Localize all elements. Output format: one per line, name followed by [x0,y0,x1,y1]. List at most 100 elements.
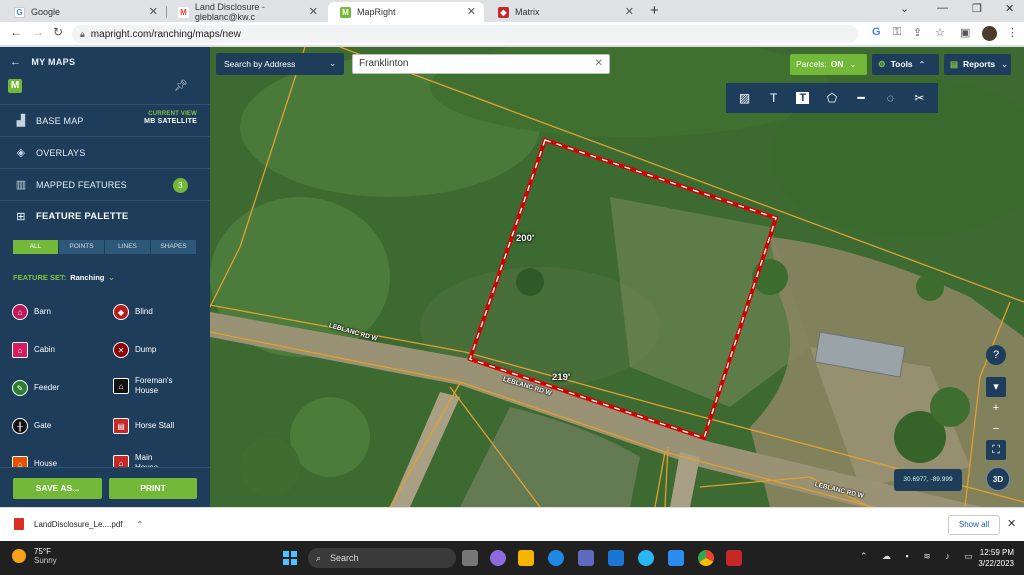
sidebar-item-overlays[interactable]: ◈ OVERLAYS [0,136,210,168]
feature-cabin[interactable]: ⌂ Cabin [12,342,55,358]
pin-icon[interactable]: 📌︎ [174,79,188,92]
base-map-label: BASE MAP [36,115,84,126]
kebab-menu-icon[interactable]: ⋮ [1007,26,1018,39]
parcels-toggle-button[interactable]: Parcels: ON ⌄ [790,54,867,75]
feature-feeder[interactable]: ✎ Feeder [12,380,59,396]
cut-tool-icon[interactable]: ✂ [907,87,931,109]
compass-icon[interactable]: ▾ [986,377,1006,397]
close-icon[interactable]: ✕ [467,5,476,18]
tab-google[interactable]: G Google ✕ [2,2,166,22]
address-bar: ← → ↻ 🔒︎ mapright.com/ranching/maps/new G… [0,22,1024,46]
show-all-button[interactable]: Show all [948,515,1000,535]
bing-icon[interactable] [668,550,684,566]
tab-land-disclosure[interactable]: M Land Disclosure - gleblanc@kw.c ✕ [166,2,326,22]
sidebar-item-base-map[interactable]: ▟ BASE MAP CURRENT VIEW MB SATELLITE [0,104,210,136]
feature-horse-stall[interactable]: ▤ Horse Stall [113,418,174,434]
close-icon[interactable]: ✕ [625,5,634,18]
taskbar-search[interactable]: ⌕ Search [308,548,456,568]
chrome-icon[interactable] [698,550,714,566]
my-maps-header[interactable]: ← MY MAPS [0,47,210,75]
sun-icon [12,549,26,563]
app-icon[interactable] [726,550,742,566]
reload-icon[interactable]: ↻ [53,25,63,39]
sidebar-item-mapped-features[interactable]: ▥ MAPPED FEATURES 3 [0,168,210,200]
filter-tab-points[interactable]: POINTS [59,240,105,254]
3d-toggle-button[interactable]: 3D [986,467,1010,491]
measure-tool-icon[interactable]: ━ [849,87,873,109]
text-tool-icon[interactable]: T [762,87,786,109]
chevron-down-icon[interactable]: ⌄ [900,2,909,15]
window-close-icon[interactable]: ✕ [1005,2,1014,15]
star-icon[interactable]: ☆ [935,26,945,39]
google-icon[interactable]: G [872,26,881,38]
tab-mapright[interactable]: M MapRight ✕ [328,2,484,22]
system-tray[interactable]: ⌃ ☁ ▪ ≋ ♪ ▭ [860,551,979,562]
filter-tab-shapes[interactable]: SHAPES [151,240,197,254]
teams-icon[interactable] [490,550,506,566]
side-panel-icon[interactable]: ▣ [960,26,970,39]
feature-blind[interactable]: ◆ Blind [113,304,153,320]
clear-icon[interactable]: ✕ [595,55,603,73]
feature-barn[interactable]: ⌂ Barn [12,304,51,320]
zoom-out-icon[interactable]: − [986,419,1006,439]
reports-button[interactable]: ▤ Reports ⌄ [944,54,1011,75]
weather-temp: 75°F [34,547,51,556]
zoom-in-icon[interactable]: + [986,398,1006,418]
store-icon[interactable] [578,550,594,566]
tab-title: Matrix [515,7,540,17]
sidebar-item-feature-palette[interactable]: ⊞ FEATURE PALETTE [0,200,210,232]
satellite-map[interactable]: 200' 219' LEBLANC RD W LEBLANC RD W LEBL… [210,47,1024,507]
lock-icon: 🔒︎ [80,29,85,39]
print-button[interactable]: PRINT [109,478,197,499]
search-type-select[interactable]: Search by Address ⌄ [216,53,344,75]
feature-label: Foreman's House [135,376,173,395]
task-view-icon[interactable] [462,550,478,566]
back-arrow-icon[interactable]: ← [10,25,22,39]
share-icon[interactable]: ⇪ [913,26,922,39]
feature-set-selector[interactable]: FEATURE SET: Ranching ⌄ [13,273,115,282]
minimize-icon[interactable]: — [937,2,948,14]
url-field[interactable]: 🔒︎ mapright.com/ranching/maps/new [72,25,858,43]
feature-gate[interactable]: ╫ Gate [12,418,51,434]
close-icon[interactable]: ✕ [309,5,318,18]
save-as-button[interactable]: SAVE AS... [13,478,102,499]
maximize-icon[interactable]: ❐ [972,2,982,15]
app-icon[interactable] [638,550,654,566]
polygon-tool-icon[interactable]: ⬠ [820,87,844,109]
address-search-input[interactable]: Franklinton ✕ [352,54,610,74]
filter-tab-all[interactable]: ALL [13,240,59,254]
radius-tool-icon[interactable]: ◌ [878,87,902,109]
tools-button[interactable]: ⚙ Tools ⌃ [872,54,939,75]
barn-icon: ⌂ [12,304,28,320]
report-icon: ▤ [950,59,959,69]
chevron-up-icon[interactable]: ⌃ [137,520,144,529]
clock[interactable]: 12:59 PM 3/22/2023 [962,547,1014,569]
profile-avatar[interactable] [982,26,997,41]
parcels-label: Parcels: [796,59,827,69]
edge-icon[interactable] [548,550,564,566]
forward-arrow-icon[interactable]: → [32,25,44,39]
back-arrow-icon[interactable]: ← [10,56,21,68]
close-icon[interactable]: ✕ [1007,517,1016,530]
feature-dump[interactable]: ✕ Dump [113,342,156,358]
image-tool-icon[interactable]: ▨ [733,87,757,109]
fullscreen-icon[interactable]: ⛶ [986,440,1006,460]
feeder-icon: ✎ [12,380,28,396]
help-icon[interactable]: ? [986,345,1006,365]
tab-matrix[interactable]: ◆ Matrix ✕ [486,2,642,22]
download-item[interactable]: LandDisclosure_Le....pdf ⌃ [14,518,143,530]
filter-tab-lines[interactable]: LINES [105,240,151,254]
text-box-tool-icon[interactable]: T [791,87,815,109]
chevron-down-icon: ⌄ [329,59,336,68]
weather-widget[interactable]: 75°F Sunny [12,547,57,565]
close-icon[interactable]: ✕ [149,5,158,18]
gmail-favicon-icon: M [178,6,189,18]
new-tab-icon[interactable]: + [650,2,659,19]
clock-date: 3/22/2023 [978,559,1014,568]
windows-start-icon[interactable] [283,551,297,565]
app-icon[interactable] [608,550,624,566]
feature-foremans-house[interactable]: ⌂ Foreman's House [113,376,187,396]
key-icon[interactable]: ⚿ [893,26,901,39]
download-bar: LandDisclosure_Le....pdf ⌃ Show all ✕ [0,507,1024,541]
file-explorer-icon[interactable] [518,550,534,566]
